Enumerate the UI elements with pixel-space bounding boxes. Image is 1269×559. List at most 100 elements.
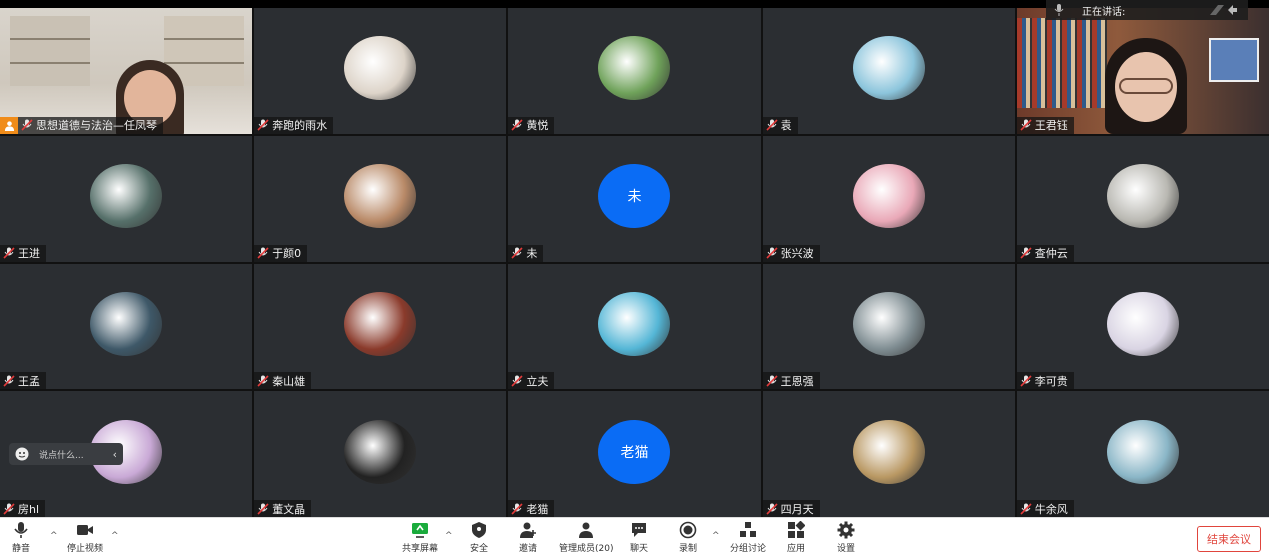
avatar: 未 [598, 164, 671, 229]
participant-tile[interactable]: 黄悦 [508, 8, 761, 134]
participant-name: 于颜0 [272, 247, 302, 260]
participant-name-label: 李可贵 [1016, 372, 1074, 390]
chat-label: 聊天 [630, 544, 649, 554]
participant-name: 查仲云 [1034, 247, 1068, 260]
muted-mic-icon [1020, 502, 1032, 515]
end-meeting-button[interactable]: 结束会议 [1197, 526, 1261, 552]
video-camera-icon [77, 525, 93, 535]
participant-tile[interactable]: 牛余风 [1016, 391, 1269, 517]
mute-label: 静音 [12, 544, 31, 554]
participant-name-label: 立夫 [508, 372, 555, 390]
participant-tile[interactable]: 秦山雄 [254, 263, 507, 390]
participant-tile[interactable]: 李可贵 [1016, 263, 1269, 390]
participant-name-label: 思想道德与法治—任凤琴 [0, 116, 163, 134]
participant-tile[interactable]: 董文晶 [254, 391, 507, 517]
participant-name: 老猫 [526, 502, 549, 516]
muted-mic-icon [1020, 247, 1032, 259]
avatar [344, 36, 417, 101]
participant-name: 奔跑的雨水 [272, 119, 328, 133]
participant-video [1016, 8, 1269, 134]
speaking-label: 正在讲话: [1082, 6, 1126, 18]
share-screen-label: 共享屏幕 [402, 544, 439, 554]
participant-tile[interactable]: 王进 [0, 135, 253, 262]
security-label: 安全 [470, 544, 489, 554]
participant-tile[interactable]: 老猫 老猫 [508, 391, 761, 517]
members-icon [579, 522, 594, 538]
settings-label: 设置 [837, 544, 856, 554]
invite-button[interactable]: 邀请 [519, 521, 537, 557]
participant-tile[interactable]: 四月天 [762, 391, 1015, 517]
participant-video [0, 8, 253, 134]
share-options-caret[interactable]: ^ [445, 531, 453, 541]
participant-tile[interactable]: 王孟 [0, 263, 253, 390]
participant-name-label: 袁 [762, 116, 798, 134]
mute-button[interactable]: 静音 [12, 521, 30, 557]
record-label: 录制 [679, 544, 698, 554]
security-button[interactable]: 安全 [470, 521, 488, 557]
avatar [90, 164, 163, 229]
participant-name: 王孟 [18, 374, 40, 388]
participant-tile[interactable]: 王君钰 [1016, 8, 1269, 134]
participant-name: 牛余风 [1034, 502, 1068, 516]
participant-name: 王君钰 [1034, 119, 1068, 133]
stop-video-button[interactable]: 停止视频 [67, 521, 103, 557]
participant-name: 房hl [18, 502, 40, 516]
apps-icon [788, 521, 805, 538]
invite-person-icon [520, 522, 536, 538]
speaking-indicator: 正在讲话: [1046, 0, 1248, 20]
participant-tile[interactable]: 查仲云 [1016, 135, 1269, 262]
avatar [344, 164, 417, 229]
avatar [852, 419, 925, 484]
chevron-left-icon[interactable]: ‹ [113, 448, 117, 461]
participant-tile[interactable]: 思想道德与法治—任凤琴 [0, 8, 253, 134]
participant-name: 未 [526, 247, 538, 260]
muted-mic-icon [511, 119, 523, 131]
participant-name-label: 四月天 [762, 500, 820, 517]
muted-mic-icon [21, 119, 33, 131]
muted-mic-icon [1020, 119, 1032, 131]
participant-name-label: 张兴波 [762, 244, 820, 262]
participant-tile[interactable]: 张兴波 [762, 135, 1015, 262]
host-icon [0, 116, 18, 134]
avatar [852, 291, 925, 356]
avatar [90, 291, 163, 356]
mute-options-caret[interactable]: ^ [50, 531, 58, 541]
invite-label: 邀请 [519, 544, 538, 554]
participant-tile[interactable]: 王恩强 [762, 263, 1015, 390]
breakout-button[interactable]: 分组讨论 [730, 521, 766, 557]
participant-name-label: 房hl [0, 500, 46, 517]
participant-name-label: 王孟 [0, 372, 46, 390]
share-screen-button[interactable]: 共享屏幕 [402, 521, 438, 557]
participant-name: 王进 [18, 247, 40, 260]
settings-button[interactable]: 设置 [837, 521, 855, 557]
muted-mic-icon [766, 375, 778, 387]
share-screen-icon [412, 523, 428, 538]
apps-button[interactable]: 应用 [787, 521, 805, 557]
emoji-icon[interactable] [15, 447, 29, 461]
avatar [598, 36, 671, 101]
video-options-caret[interactable]: ^ [111, 531, 119, 541]
manage-members-button[interactable]: 管理成员(20) [559, 521, 613, 557]
record-options-caret[interactable]: ^ [712, 531, 720, 541]
collapse-icon[interactable] [1208, 3, 1238, 17]
participant-tile[interactable]: 立夫 [508, 263, 761, 390]
breakout-rooms-icon [740, 522, 756, 537]
muted-mic-icon [511, 375, 523, 387]
participant-name: 黄悦 [526, 119, 549, 133]
participant-tile[interactable]: 奔跑的雨水 [254, 8, 507, 134]
participant-name: 秦山雄 [272, 374, 306, 388]
participant-name-label: 老猫 [508, 500, 555, 517]
muted-mic-icon [3, 247, 15, 259]
participant-name: 董文晶 [272, 502, 306, 516]
participant-tile[interactable]: 未未 [508, 135, 761, 262]
chat-button[interactable]: 聊天 [630, 521, 648, 557]
record-button[interactable]: 录制 [679, 521, 697, 557]
chat-quick-input[interactable]: 说点什么... ‹ [9, 443, 123, 465]
avatar [852, 164, 925, 229]
muted-mic-icon [257, 247, 269, 259]
participant-name-label: 王君钰 [1016, 116, 1074, 134]
participant-tile[interactable]: 于颜0 [254, 135, 507, 262]
muted-mic-icon [766, 502, 778, 515]
muted-mic-icon [3, 502, 15, 515]
participant-tile[interactable]: 袁 [762, 8, 1015, 134]
